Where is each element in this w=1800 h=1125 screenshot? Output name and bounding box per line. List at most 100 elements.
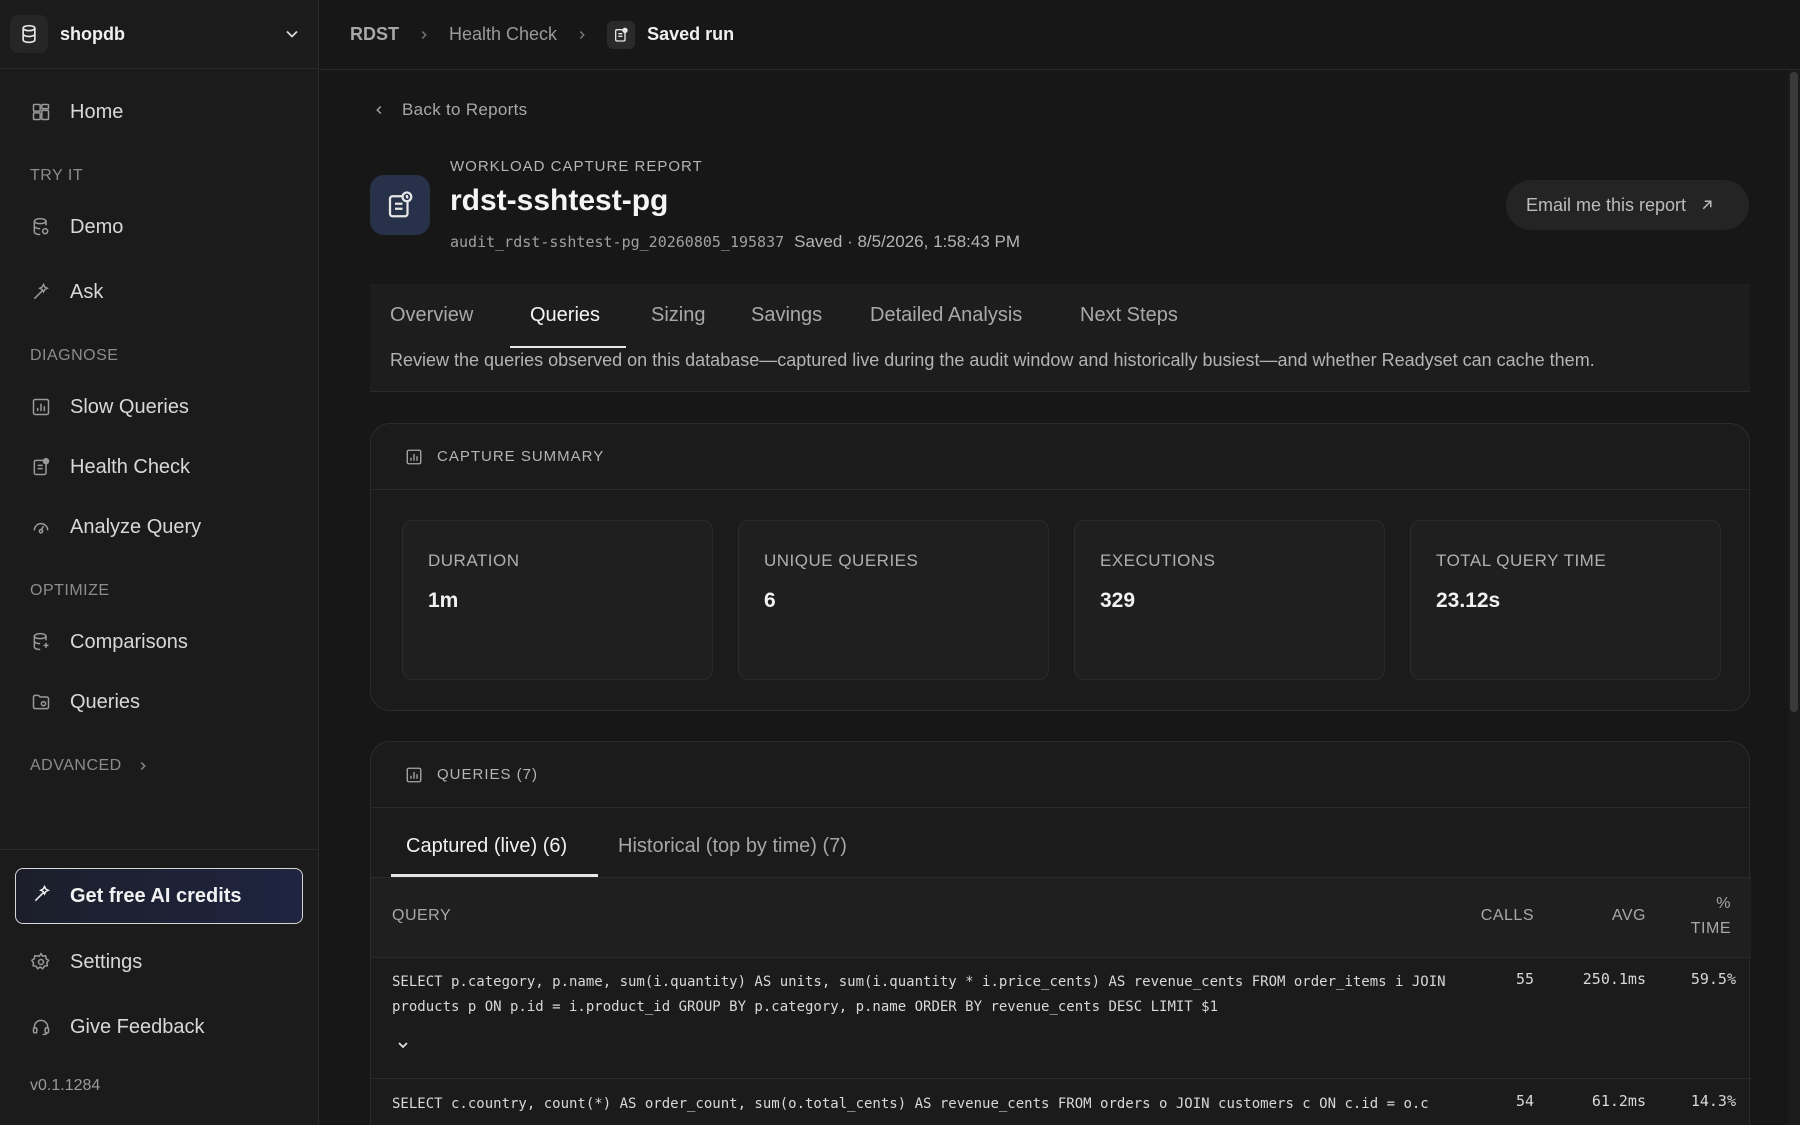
stat-value: 1m (428, 589, 459, 612)
sidebar-item-analyze-query[interactable]: Analyze Query (0, 505, 319, 549)
sidebar-item-label: Health Check (70, 455, 191, 478)
subtab-historical[interactable]: Historical (top by time) (7) (618, 835, 847, 858)
sparkle-wand-icon (32, 884, 52, 909)
sidebar-item-label: Home (70, 100, 124, 123)
database-compare-icon (30, 631, 52, 653)
database-switcher[interactable]: shopdb (10, 14, 310, 54)
tab-overview[interactable]: Overview (390, 304, 473, 348)
card-title: QUERIES (7) (437, 766, 539, 783)
email-report-button[interactable]: Email me this report (1506, 180, 1749, 230)
clipboard-check-icon (607, 20, 636, 49)
stat-value: 329 (1100, 589, 1136, 612)
report-tabs: Overview Queries Sizing Savings Detailed… (370, 284, 1750, 392)
database-name: shopdb (60, 23, 125, 44)
breadcrumb-health-check[interactable]: Health Check (449, 24, 557, 45)
page-title: rdst-sshtest-pg (450, 184, 669, 217)
breadcrumb: RDST Health Check Saved run (320, 0, 1800, 70)
sidebar-item-label: Demo (70, 215, 124, 238)
arrow-up-right-icon (1702, 200, 1712, 210)
column-header-avg[interactable]: AVG (1589, 907, 1646, 925)
active-tab-indicator (510, 346, 626, 348)
column-header-calls[interactable]: CALLS (1474, 907, 1534, 925)
stat-value: 23.12s (1436, 589, 1501, 612)
sidebar-item-label: Comparisons (70, 630, 188, 653)
stat-label: DURATION (428, 551, 520, 570)
folder-icon (30, 691, 52, 713)
chevron-down-icon (282, 24, 302, 49)
stat-value: 6 (764, 589, 776, 612)
active-subtab-indicator (391, 874, 598, 877)
sidebar-item-demo[interactable]: Demo (0, 205, 319, 249)
stat-unique-queries: UNIQUE QUERIES 6 (738, 520, 1049, 680)
sidebar: shopdb Home TRY IT Demo Ask DIAGNOSE Slo… (0, 0, 319, 1125)
sidebar-item-label: Queries (70, 690, 141, 713)
breadcrumb-root[interactable]: RDST (350, 24, 399, 45)
app-version: v0.1.1284 (30, 1077, 101, 1094)
table-row[interactable]: SELECT c.country, count(*) AS order_coun… (371, 1080, 1751, 1125)
stat-label: EXECUTIONS (1100, 551, 1216, 570)
tab-queries[interactable]: Queries (530, 304, 600, 348)
queries-card: QUERIES (7) Captured (live) (6) Historic… (370, 741, 1751, 1125)
get-ai-credits-button[interactable]: Get free AI credits (15, 868, 303, 924)
section-label-advanced: ADVANCED (30, 757, 122, 774)
pct-time-value: 59.5% (1690, 970, 1736, 988)
scrollbar-thumb[interactable] (1790, 72, 1798, 712)
stat-executions: EXECUTIONS 329 (1074, 520, 1385, 680)
section-label-try-it: TRY IT (30, 167, 84, 184)
chevron-right-icon (575, 28, 589, 42)
calls-value: 54 (1515, 1092, 1534, 1110)
chart-icon (406, 449, 422, 464)
grid-icon (30, 101, 52, 123)
back-link-label: Back to Reports (402, 100, 528, 119)
capture-summary-card: CAPTURE SUMMARY DURATION 1m UNIQUE QUERI… (370, 423, 1750, 711)
sidebar-item-feedback[interactable]: Give Feedback (0, 1005, 319, 1049)
tab-detailed-analysis[interactable]: Detailed Analysis (870, 304, 1022, 348)
sidebar-item-ask[interactable]: Ask (0, 270, 319, 314)
column-header-pct[interactable]: % (1681, 895, 1731, 913)
stat-label: TOTAL QUERY TIME (1436, 551, 1607, 570)
report-kicker: WORKLOAD CAPTURE REPORT (450, 158, 703, 175)
sidebar-item-health-check[interactable]: Health Check (0, 445, 319, 489)
gauge-icon (30, 516, 52, 538)
query-text: SELECT p.category, p.name, sum(i.quantit… (392, 974, 1446, 1015)
database-icon (10, 15, 48, 53)
chevron-down-icon[interactable] (395, 1037, 411, 1058)
sidebar-item-label: Ask (70, 280, 104, 303)
column-header-time[interactable]: TIME (1681, 920, 1731, 938)
sidebar-divider (0, 849, 319, 850)
card-title: CAPTURE SUMMARY (437, 448, 605, 465)
stat-duration: DURATION 1m (402, 520, 713, 680)
chart-icon (406, 767, 422, 782)
sidebar-item-label: Slow Queries (70, 395, 189, 418)
calls-value: 55 (1515, 970, 1534, 988)
query-subtabs: Captured (live) (6) Historical (top by t… (371, 808, 1751, 878)
query-text: SELECT c.country, count(*) AS order_coun… (392, 1096, 1429, 1112)
tab-sizing[interactable]: Sizing (651, 304, 705, 348)
sidebar-item-home[interactable]: Home (0, 90, 319, 134)
breadcrumb-current-label: Saved run (647, 24, 735, 44)
audit-id: audit_rdst-sshtest-pg_20260805_195837 (450, 233, 785, 251)
chevron-left-icon (376, 106, 382, 114)
sidebar-item-queries[interactable]: Queries (0, 680, 319, 724)
chevron-right-icon (417, 28, 431, 42)
card-header: QUERIES (7) (371, 742, 1749, 808)
sidebar-advanced-toggle[interactable]: ADVANCED (30, 757, 150, 775)
sidebar-divider (0, 68, 319, 69)
report-icon (370, 175, 430, 235)
back-to-reports-link[interactable]: Back to Reports (372, 100, 527, 120)
pct-time-value: 14.3% (1690, 1092, 1736, 1110)
tab-savings[interactable]: Savings (751, 304, 822, 348)
sidebar-item-settings[interactable]: Settings (0, 940, 319, 984)
sidebar-item-slow-queries[interactable]: Slow Queries (0, 385, 319, 429)
sparkle-wand-icon (30, 281, 52, 303)
column-header-query[interactable]: QUERY (392, 907, 451, 925)
email-report-label: Email me this report (1526, 194, 1687, 215)
table-row[interactable]: SELECT p.category, p.name, sum(i.quantit… (371, 958, 1751, 1079)
section-label-optimize: OPTIMIZE (30, 582, 110, 599)
subtab-captured[interactable]: Captured (live) (6) (406, 835, 567, 858)
gear-icon (30, 951, 52, 973)
table-header: QUERY CALLS AVG % TIME (371, 878, 1751, 958)
tab-next-steps[interactable]: Next Steps (1080, 304, 1178, 348)
database-icon (30, 216, 52, 238)
sidebar-item-comparisons[interactable]: Comparisons (0, 620, 319, 664)
